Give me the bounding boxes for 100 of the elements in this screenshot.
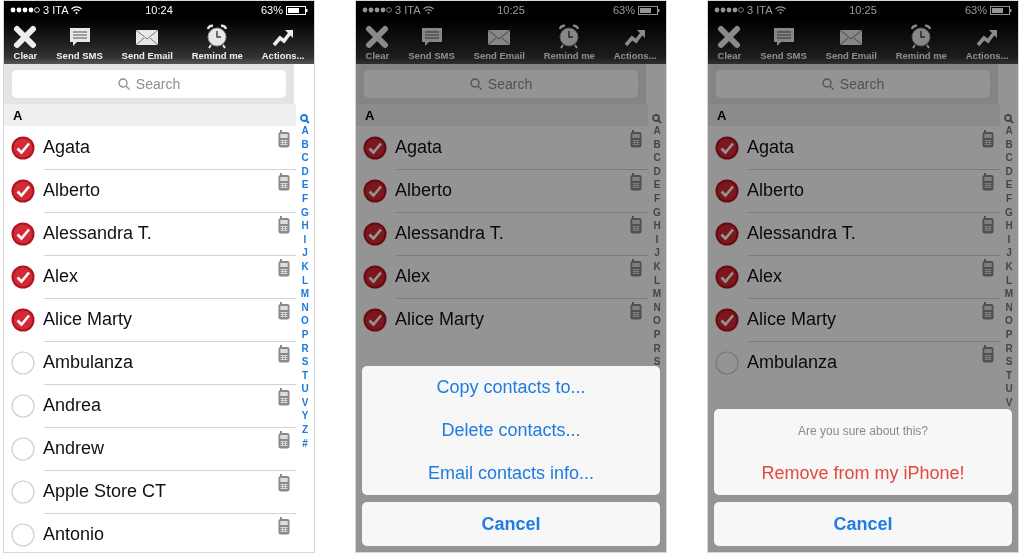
index-letter[interactable]: G [1005,205,1013,220]
index-letter[interactable]: A [301,124,309,138]
contact-name[interactable]: Agata [395,137,630,158]
contact-name[interactable]: Apple Store CT [43,481,278,502]
index-letter[interactable]: S [301,355,309,369]
index-letter[interactable]: K [653,259,661,274]
index-letter[interactable]: # [302,436,308,451]
index-letter[interactable]: O [653,314,661,328]
index-letter[interactable]: G [301,205,309,220]
index-letter[interactable]: O [1005,314,1013,328]
index-letter[interactable]: L [301,273,309,288]
search-icon[interactable] [652,114,662,124]
index-letter[interactable]: F [653,191,661,206]
index-letter[interactable]: J [1006,246,1012,260]
index-letter[interactable]: E [1005,178,1013,192]
index-letter[interactable]: R [301,341,309,356]
index-letter[interactable]: N [301,300,309,315]
index-letter[interactable]: N [653,300,661,315]
index-letter[interactable]: B [301,137,309,152]
contact-name[interactable]: Andrea [43,395,278,416]
index-letter[interactable]: L [653,273,661,288]
index-letter[interactable]: A [653,124,661,138]
search-field[interactable]: Search [716,70,990,98]
toolbar-button[interactable]: Send SMS [406,25,457,61]
index-letter[interactable]: I [1007,232,1011,247]
contact-name[interactable]: Alice Marty [43,309,278,330]
index-letter[interactable]: M [1004,287,1014,301]
index-letter[interactable]: E [653,178,661,192]
index-letter[interactable]: D [301,164,309,179]
index-letter[interactable]: K [301,259,309,274]
index-letter[interactable]: H [1005,219,1013,233]
check-circle-icon[interactable] [363,264,387,289]
contact-name[interactable]: Alessandra T. [43,223,278,244]
index-letter[interactable]: P [301,327,309,342]
contact-name[interactable]: Alberto [395,180,630,201]
toolbar-button[interactable]: Send Email [471,25,527,61]
index-letter[interactable]: I [655,232,659,247]
contact-name[interactable]: Alberto [747,180,982,201]
index-letter[interactable]: M [300,287,310,301]
index-letter[interactable]: I [303,232,307,247]
index-letter[interactable]: F [301,191,309,206]
toolbar-button[interactable]: Actions... [963,25,1011,61]
index-letter[interactable]: U [1005,382,1013,396]
index-letter[interactable]: F [1005,191,1013,206]
check-circle-icon[interactable] [11,221,35,246]
toolbar-button[interactable]: Remind me [541,23,597,61]
search-icon[interactable] [300,114,310,124]
contact-name[interactable]: Alex [747,266,982,287]
check-circle-icon[interactable] [363,178,387,203]
contact-name[interactable]: Alice Marty [747,309,982,330]
toolbar-button[interactable]: Remind me [189,23,245,61]
toolbar-button[interactable]: Actions... [259,25,307,61]
destructive-button[interactable]: Remove from my iPhone! [714,452,1012,495]
index-letter[interactable]: H [301,219,309,233]
contact-name[interactable]: Alex [395,266,630,287]
check-circle-icon[interactable] [11,135,35,160]
check-circle-icon[interactable] [363,135,387,160]
index-letter[interactable]: J [654,246,660,260]
contact-name[interactable]: Antonio [43,524,278,545]
contact-name[interactable]: Andrew [43,438,278,459]
action-button[interactable]: Delete contacts... [362,409,660,452]
cancel-button[interactable]: Cancel [714,502,1012,546]
index-letter[interactable]: A [1005,124,1013,138]
toolbar-button[interactable]: Clear [715,25,744,61]
contact-name[interactable]: Alessandra T. [395,223,630,244]
toolbar-button[interactable]: Actions... [611,25,659,61]
action-button[interactable]: Copy contacts to... [362,366,660,409]
index-letter[interactable]: C [653,151,661,165]
index-letter[interactable]: H [653,219,661,233]
index-letter[interactable]: R [1005,341,1013,356]
index-letter[interactable]: R [653,341,661,356]
index-letter[interactable]: M [652,287,662,301]
toolbar-button[interactable]: Clear [11,25,40,61]
index-letter[interactable]: E [301,178,309,192]
check-circle-icon[interactable] [715,221,739,246]
search-field[interactable]: Search [12,70,286,98]
index-letter[interactable]: S [653,355,661,369]
contact-name[interactable]: Alice Marty [395,309,630,330]
check-circle-icon[interactable] [11,178,35,203]
index-letter[interactable]: C [301,151,309,165]
contact-name[interactable]: Alberto [43,180,278,201]
index-letter[interactable]: T [301,368,309,383]
index-letter[interactable]: L [1005,273,1013,288]
contact-name[interactable]: Alex [43,266,278,287]
cancel-button[interactable]: Cancel [362,502,660,546]
contact-name[interactable]: Ambulanza [43,352,278,373]
index-letter[interactable]: U [301,382,309,396]
index-letter[interactable]: P [1005,327,1013,342]
check-circle-icon[interactable] [715,264,739,289]
search-field[interactable]: Search [364,70,638,98]
check-circle-icon[interactable] [363,307,387,332]
index-letter[interactable]: T [1005,368,1013,383]
toolbar-button[interactable]: Send Email [823,25,879,61]
index-letter[interactable]: B [653,137,661,152]
contact-name[interactable]: Agata [43,137,278,158]
index-letter[interactable]: Y [301,409,309,424]
index-letter[interactable]: D [1005,164,1013,179]
toolbar-button[interactable]: Send Email [119,25,175,61]
contact-name[interactable]: Alessandra T. [747,223,982,244]
check-circle-icon[interactable] [715,307,739,332]
